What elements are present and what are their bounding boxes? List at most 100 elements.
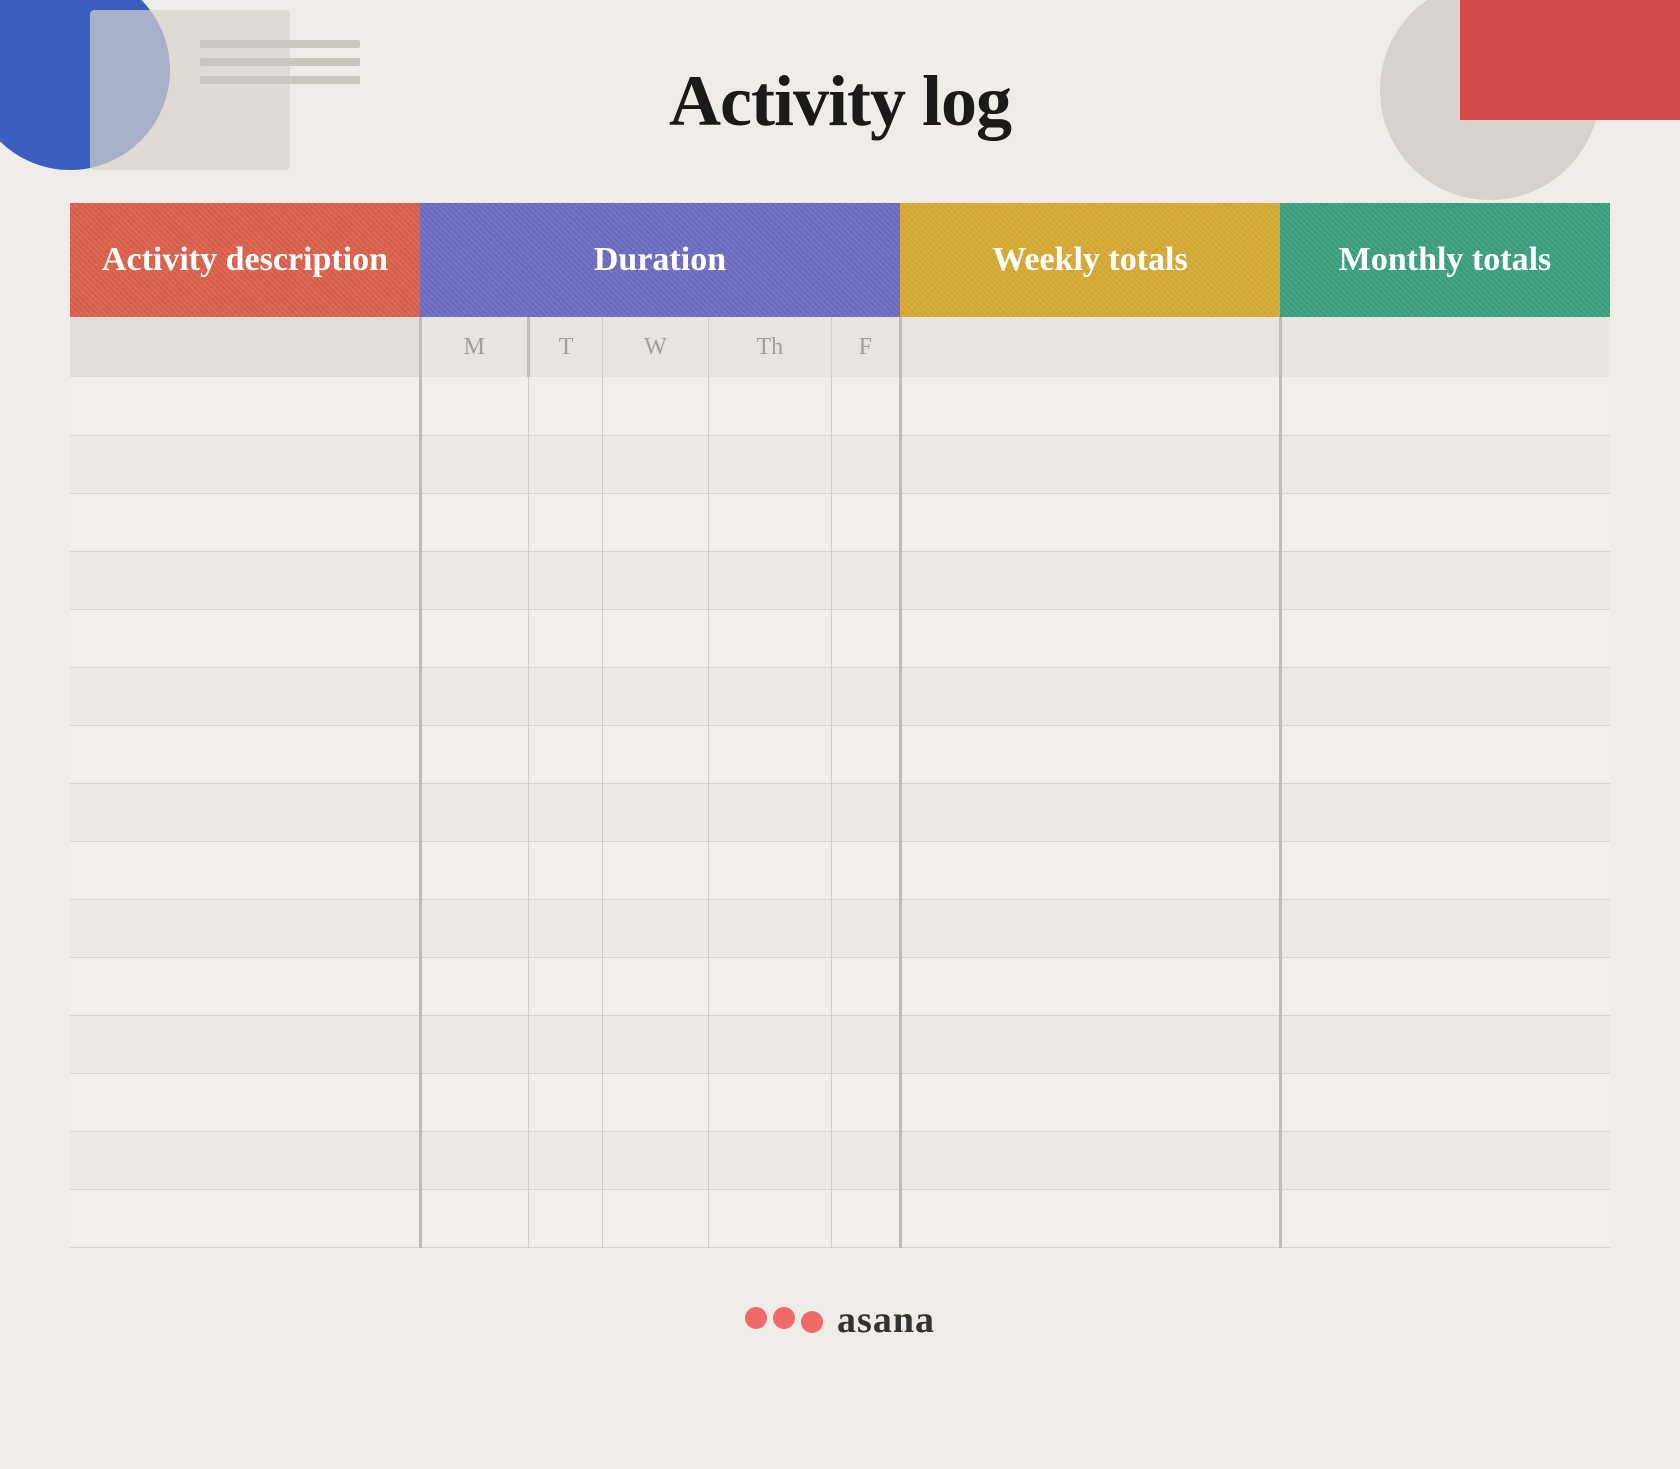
cell-thu bbox=[708, 1189, 831, 1247]
cell-mon bbox=[420, 551, 528, 609]
cell-mon bbox=[420, 667, 528, 725]
header-activity-label: Activity description bbox=[102, 241, 388, 278]
cell-fri bbox=[832, 899, 900, 957]
asana-dots-icon bbox=[745, 1307, 823, 1333]
table-body bbox=[70, 377, 1610, 1247]
cell-activity bbox=[70, 493, 420, 551]
cell-weekly bbox=[900, 1131, 1280, 1189]
dot-left bbox=[745, 1307, 767, 1329]
header-weekly-label: Weekly totals bbox=[992, 241, 1187, 278]
footer: asana bbox=[745, 1298, 935, 1342]
table-row bbox=[70, 1073, 1610, 1131]
cell-fri bbox=[832, 609, 900, 667]
cell-tue bbox=[528, 1189, 602, 1247]
header-activity: Activity description bbox=[70, 203, 420, 317]
cell-thu bbox=[708, 667, 831, 725]
cell-tue bbox=[528, 493, 602, 551]
cell-mon bbox=[420, 609, 528, 667]
cell-weekly bbox=[900, 841, 1280, 899]
cell-monthly bbox=[1280, 1189, 1610, 1247]
cell-tue bbox=[528, 1131, 602, 1189]
cell-weekly bbox=[900, 435, 1280, 493]
cell-tue bbox=[528, 783, 602, 841]
cell-wed bbox=[603, 667, 708, 725]
cell-thu bbox=[708, 899, 831, 957]
cell-wed bbox=[603, 435, 708, 493]
cell-wed bbox=[603, 725, 708, 783]
table-row bbox=[70, 725, 1610, 783]
subheader-activity-cell bbox=[70, 317, 420, 377]
cell-activity bbox=[70, 435, 420, 493]
header-duration: Duration bbox=[420, 203, 900, 317]
cell-activity bbox=[70, 667, 420, 725]
cell-wed bbox=[603, 1015, 708, 1073]
cell-fri bbox=[832, 1189, 900, 1247]
cell-monthly bbox=[1280, 493, 1610, 551]
cell-weekly bbox=[900, 957, 1280, 1015]
cell-fri bbox=[832, 783, 900, 841]
cell-thu bbox=[708, 435, 831, 493]
cell-mon bbox=[420, 1073, 528, 1131]
cell-tue bbox=[528, 899, 602, 957]
subheader-day-T: T bbox=[528, 317, 602, 377]
cell-mon bbox=[420, 493, 528, 551]
cell-mon bbox=[420, 957, 528, 1015]
cell-thu bbox=[708, 841, 831, 899]
cell-weekly bbox=[900, 1015, 1280, 1073]
asana-logo: asana bbox=[745, 1298, 935, 1342]
subheader-day-W: W bbox=[603, 317, 708, 377]
cell-activity bbox=[70, 725, 420, 783]
cell-activity bbox=[70, 1073, 420, 1131]
cell-fri bbox=[832, 667, 900, 725]
cell-activity bbox=[70, 1189, 420, 1247]
cell-thu bbox=[708, 957, 831, 1015]
cell-thu bbox=[708, 783, 831, 841]
header-duration-label: Duration bbox=[594, 241, 726, 278]
cell-tue bbox=[528, 667, 602, 725]
cell-fri bbox=[832, 957, 900, 1015]
cell-mon bbox=[420, 377, 528, 435]
table-row bbox=[70, 493, 1610, 551]
subheader-weekly-cell bbox=[900, 317, 1280, 377]
cell-monthly bbox=[1280, 957, 1610, 1015]
cell-weekly bbox=[900, 725, 1280, 783]
table-row bbox=[70, 841, 1610, 899]
activity-table: Activity description Duration Weekly tot… bbox=[70, 203, 1610, 1248]
table-row bbox=[70, 435, 1610, 493]
cell-weekly bbox=[900, 1073, 1280, 1131]
cell-fri bbox=[832, 1073, 900, 1131]
cell-thu bbox=[708, 551, 831, 609]
cell-monthly bbox=[1280, 783, 1610, 841]
table-row bbox=[70, 783, 1610, 841]
table-row bbox=[70, 551, 1610, 609]
table-row bbox=[70, 1189, 1610, 1247]
cell-monthly bbox=[1280, 551, 1610, 609]
cell-wed bbox=[603, 551, 708, 609]
cell-mon bbox=[420, 1131, 528, 1189]
cell-weekly bbox=[900, 609, 1280, 667]
cell-wed bbox=[603, 1073, 708, 1131]
cell-weekly bbox=[900, 377, 1280, 435]
cell-monthly bbox=[1280, 841, 1610, 899]
cell-activity bbox=[70, 957, 420, 1015]
cell-fri bbox=[832, 551, 900, 609]
cell-fri bbox=[832, 1131, 900, 1189]
cell-wed bbox=[603, 1131, 708, 1189]
cell-fri bbox=[832, 725, 900, 783]
cell-thu bbox=[708, 1015, 831, 1073]
cell-thu bbox=[708, 377, 831, 435]
table-row bbox=[70, 957, 1610, 1015]
cell-tue bbox=[528, 377, 602, 435]
cell-wed bbox=[603, 493, 708, 551]
cell-activity bbox=[70, 1131, 420, 1189]
page-container: Activity log Activity description Durati… bbox=[0, 0, 1680, 1342]
cell-tue bbox=[528, 609, 602, 667]
cell-activity bbox=[70, 841, 420, 899]
cell-wed bbox=[603, 957, 708, 1015]
cell-fri bbox=[832, 493, 900, 551]
cell-activity bbox=[70, 377, 420, 435]
cell-mon bbox=[420, 783, 528, 841]
cell-tue bbox=[528, 551, 602, 609]
cell-tue bbox=[528, 957, 602, 1015]
cell-weekly bbox=[900, 783, 1280, 841]
